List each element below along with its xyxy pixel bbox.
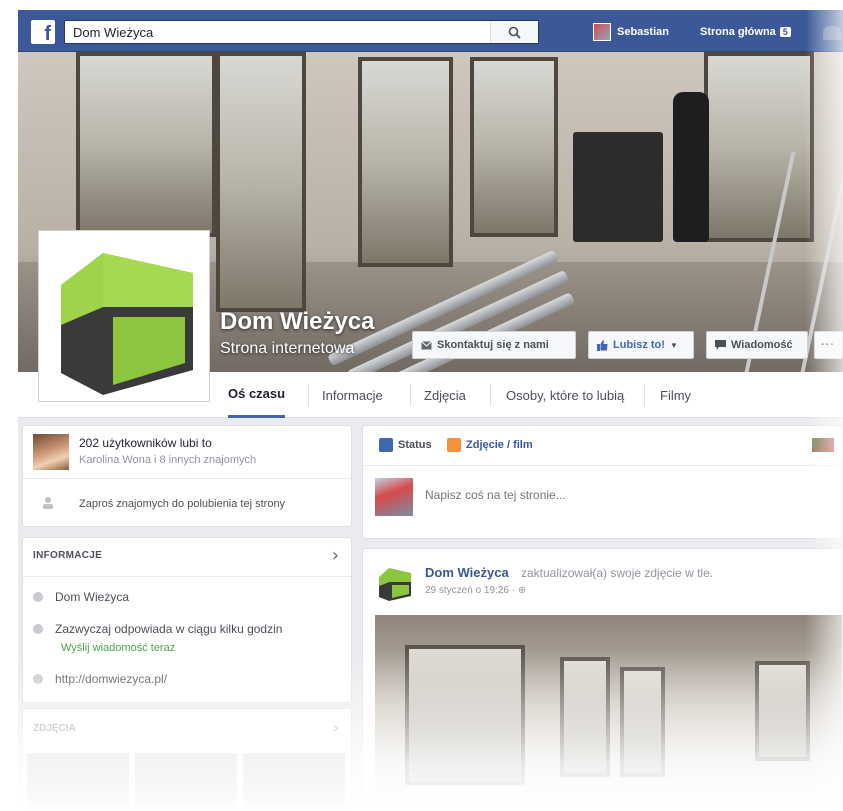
- photo-video-label: Zdjęcie / film: [466, 439, 533, 451]
- invite-friends-icon: [43, 497, 53, 509]
- page-title[interactable]: Dom Wieżyca: [220, 308, 375, 336]
- tab-label: Informacje: [322, 387, 383, 403]
- composer-input[interactable]: [425, 484, 825, 506]
- thumbs-up-icon: [597, 339, 608, 351]
- tab-divider: [644, 384, 645, 406]
- tab-divider: [308, 384, 309, 406]
- photo-thumbnail[interactable]: [243, 753, 345, 811]
- tab-photos[interactable]: Zdjęcia: [424, 372, 466, 418]
- pencil-icon: [379, 438, 393, 452]
- cover-window: [76, 52, 216, 237]
- tab-likes[interactable]: Osoby, które to lubią: [506, 372, 624, 418]
- home-badge: 5: [779, 27, 791, 37]
- timeline-post: Dom Wieżyca zaktualizował(a) swoje zdjęc…: [362, 548, 843, 811]
- post-photo[interactable]: [375, 615, 842, 810]
- about-card: INFORMACJE › Dom Wieżyca Zazwyczaj odpow…: [22, 537, 352, 703]
- about-name-row: Dom Wieżyca: [33, 590, 129, 604]
- cover-person: [673, 92, 709, 242]
- message-icon: [715, 340, 726, 350]
- divider: [23, 576, 351, 577]
- message-button[interactable]: Wiadomość: [706, 331, 808, 359]
- top-navigation-bar: f Sebastian Strona główna 5: [18, 10, 843, 52]
- photo-window: [560, 657, 610, 777]
- likes-card: 202 użytkowników lubi to Karolina Wona i…: [22, 425, 352, 527]
- tab-label: Osoby, które to lubią: [506, 387, 625, 403]
- website-link[interactable]: http://domwiezyca.pl/: [55, 672, 167, 686]
- tab-timeline[interactable]: Oś czasu: [228, 372, 286, 418]
- tab-label: Filmy: [660, 387, 692, 403]
- cover-window: [358, 57, 453, 267]
- user-avatar: [375, 478, 413, 516]
- contact-us-button[interactable]: Skontaktuj się z nami: [412, 331, 576, 359]
- post-composer: Status Zdjęcie / film: [362, 425, 843, 539]
- photo-thumbnail[interactable]: [135, 753, 237, 811]
- more-icon: ···: [821, 339, 835, 351]
- like-label: Lubisz to!: [613, 339, 665, 351]
- user-avatar: [593, 23, 611, 41]
- photo-window: [405, 645, 525, 785]
- search-input[interactable]: [65, 21, 490, 43]
- home-label: Strona główna: [700, 26, 776, 38]
- photo-window: [755, 661, 810, 761]
- search-button[interactable]: [490, 21, 538, 43]
- more-options-button[interactable]: ···: [814, 331, 843, 359]
- house-logo-icon: [43, 235, 205, 397]
- photos-header[interactable]: ZDJĘCIA: [33, 723, 76, 734]
- chat-bubble-icon: [33, 624, 43, 634]
- photo-video-tab[interactable]: Zdjęcie / film: [447, 438, 533, 452]
- chevron-right-icon[interactable]: ›: [332, 545, 339, 566]
- chevron-down-icon: ▼: [669, 340, 678, 350]
- tab-videos[interactable]: Filmy: [660, 372, 691, 418]
- composer-tabs: Status Zdjęcie / film: [363, 426, 842, 466]
- cover-window: [216, 52, 306, 312]
- search-box: [64, 20, 539, 44]
- page-avatar[interactable]: [375, 563, 415, 603]
- send-message-link[interactable]: Wyślij wiadomość teraz: [61, 642, 175, 654]
- tab-divider: [490, 384, 491, 406]
- posting-as-icon[interactable]: [812, 438, 834, 452]
- message-label: Wiadomość: [731, 339, 793, 351]
- left-column: 202 użytkowników lubi to Karolina Wona i…: [22, 425, 352, 811]
- status-tab[interactable]: Status: [379, 438, 432, 452]
- post-action-text: zaktualizował(a) swoje zdjęcie w tle.: [521, 566, 714, 580]
- photo-thumbnail[interactable]: [27, 753, 129, 811]
- chevron-right-icon[interactable]: ›: [333, 718, 339, 737]
- search-icon: [508, 26, 521, 39]
- photo-icon: [447, 438, 461, 452]
- divider: [23, 478, 351, 479]
- profile-picture[interactable]: [38, 230, 210, 402]
- post-author-link[interactable]: Dom Wieżyca: [425, 565, 509, 580]
- home-link[interactable]: Strona główna 5: [700, 20, 791, 44]
- tab-label: Zdjęcia: [424, 387, 466, 403]
- envelope-icon: [421, 340, 432, 349]
- photo-window: [620, 667, 665, 777]
- post-timestamp[interactable]: 29 styczeń o 19:26 · ⊕: [425, 585, 526, 596]
- send-message-row: Wyślij wiadomość teraz: [61, 642, 175, 654]
- page-category: Strona internetowa: [220, 340, 355, 357]
- about-website-row: http://domwiezyca.pl/: [33, 672, 167, 686]
- profile-link[interactable]: Sebastian: [593, 20, 669, 44]
- cover-window: [470, 57, 558, 237]
- invite-friends-link[interactable]: Zaproś znajomych do polubienia tej stron…: [79, 498, 285, 510]
- about-header[interactable]: INFORMACJE: [33, 550, 102, 561]
- cover-stove: [573, 132, 663, 242]
- like-button[interactable]: Lubisz to! ▼: [588, 331, 694, 359]
- contact-label: Skontaktuj się z nami: [437, 339, 549, 351]
- user-name: Sebastian: [617, 26, 669, 38]
- about-name: Dom Wieżyca: [55, 590, 130, 604]
- tab-label: Oś czasu: [228, 386, 286, 401]
- tab-about[interactable]: Informacje: [322, 372, 383, 418]
- globe-icon: [33, 674, 43, 684]
- friend-avatar[interactable]: [33, 434, 69, 470]
- friend-requests-icon[interactable]: [823, 26, 841, 40]
- status-label: Status: [398, 439, 432, 451]
- info-icon: [33, 592, 43, 602]
- about-response-row: Zazwyczaj odpowiada w ciągu kilku godzin: [33, 622, 282, 636]
- likes-friends[interactable]: Karolina Wona i 8 innych znajomych: [79, 454, 256, 466]
- facebook-logo-icon[interactable]: f: [31, 20, 55, 44]
- likes-count[interactable]: 202 użytkowników lubi to: [79, 436, 212, 450]
- tab-divider: [410, 384, 411, 406]
- photos-card: ZDJĘCIA ›: [22, 708, 352, 811]
- about-response: Zazwyczaj odpowiada w ciągu kilku godzin: [55, 622, 283, 636]
